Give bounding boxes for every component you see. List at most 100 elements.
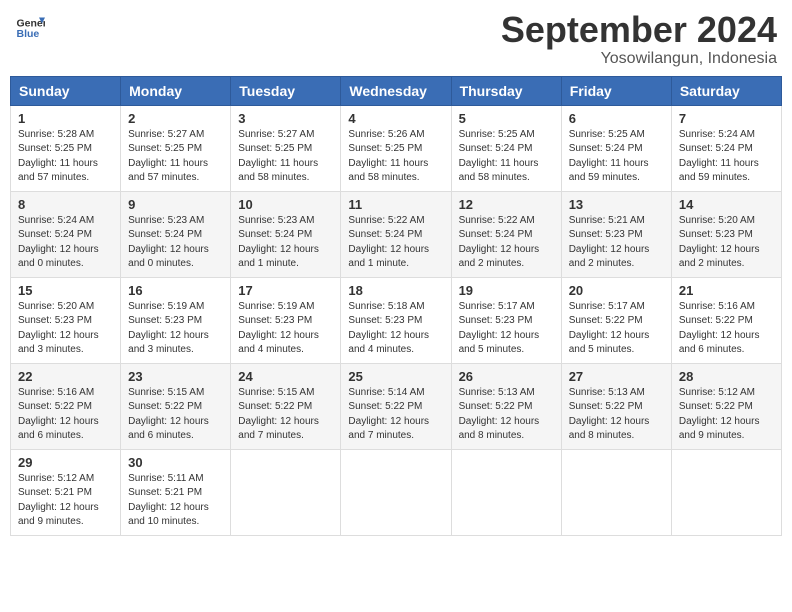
calendar-cell: 5 Sunrise: 5:25 AMSunset: 5:24 PMDaylight… <box>451 105 561 191</box>
day-info: Sunrise: 5:14 AMSunset: 5:22 PMDaylight:… <box>348 386 443 444</box>
day-number: 16 <box>128 283 223 298</box>
day-info: Sunrise: 5:23 AMSunset: 5:24 PMDaylight:… <box>238 214 333 272</box>
day-number: 1 <box>18 111 113 126</box>
day-number: 23 <box>128 369 223 384</box>
day-info: Sunrise: 5:21 AMSunset: 5:23 PMDaylight:… <box>569 214 664 272</box>
calendar-cell: 25 Sunrise: 5:14 AMSunset: 5:22 PMDayligh… <box>341 363 451 449</box>
day-info: Sunrise: 5:25 AMSunset: 5:24 PMDaylight:… <box>459 128 554 186</box>
calendar-cell <box>561 449 671 535</box>
svg-text:Blue: Blue <box>17 28 40 40</box>
day-info: Sunrise: 5:22 AMSunset: 5:24 PMDaylight:… <box>459 214 554 272</box>
weekday-thursday: Thursday <box>451 76 561 105</box>
calendar-cell: 30 Sunrise: 5:11 AMSunset: 5:21 PMDayligh… <box>121 449 231 535</box>
calendar-cell: 20Sunrise: 5:17 AMSunset: 5:22 PMDayligh… <box>561 277 671 363</box>
calendar-cell <box>451 449 561 535</box>
day-info: Sunrise: 5:25 AMSunset: 5:24 PMDaylight:… <box>569 128 664 186</box>
calendar-cell: 13 Sunrise: 5:21 AMSunset: 5:23 PMDayligh… <box>561 191 671 277</box>
weekday-sunday: Sunday <box>11 76 121 105</box>
day-number: 24 <box>238 369 333 384</box>
day-number: 13 <box>569 197 664 212</box>
day-number: 7 <box>679 111 774 126</box>
day-number: 25 <box>348 369 443 384</box>
calendar-cell: 12 Sunrise: 5:22 AMSunset: 5:24 PMDayligh… <box>451 191 561 277</box>
day-number: 10 <box>238 197 333 212</box>
day-info: Sunrise: 5:16 AMSunset: 5:22 PMDaylight:… <box>679 300 774 358</box>
day-info: Sunrise: 5:12 AMSunset: 5:21 PMDaylight:… <box>18 472 113 530</box>
calendar-cell: 8Sunrise: 5:24 AMSunset: 5:24 PMDaylight… <box>11 191 121 277</box>
day-number: 12 <box>459 197 554 212</box>
day-info: Sunrise: 5:16 AMSunset: 5:22 PMDaylight:… <box>18 386 113 444</box>
calendar-table: SundayMondayTuesdayWednesdayThursdayFrid… <box>10 76 782 536</box>
day-number: 6 <box>569 111 664 126</box>
calendar-cell: 9Sunrise: 5:23 AMSunset: 5:24 PMDaylight… <box>121 191 231 277</box>
day-number: 30 <box>128 455 223 470</box>
calendar-cell: 16 Sunrise: 5:19 AMSunset: 5:23 PMDayligh… <box>121 277 231 363</box>
calendar-cell: 7 Sunrise: 5:24 AMSunset: 5:24 PMDaylight… <box>671 105 781 191</box>
calendar-cell: 2 Sunrise: 5:27 AMSunset: 5:25 PMDaylight… <box>121 105 231 191</box>
calendar-cell: 21 Sunrise: 5:16 AMSunset: 5:22 PMDayligh… <box>671 277 781 363</box>
calendar-cell: 6 Sunrise: 5:25 AMSunset: 5:24 PMDaylight… <box>561 105 671 191</box>
week-row-2: 8Sunrise: 5:24 AMSunset: 5:24 PMDaylight… <box>11 191 782 277</box>
calendar-cell: 26Sunrise: 5:13 AMSunset: 5:22 PMDayligh… <box>451 363 561 449</box>
day-number: 20 <box>569 283 664 298</box>
day-number: 2 <box>128 111 223 126</box>
day-number: 29 <box>18 455 113 470</box>
weekday-saturday: Saturday <box>671 76 781 105</box>
day-info: Sunrise: 5:15 AMSunset: 5:22 PMDaylight:… <box>238 386 333 444</box>
day-number: 21 <box>679 283 774 298</box>
day-info: Sunrise: 5:27 AMSunset: 5:25 PMDaylight:… <box>238 128 333 186</box>
day-number: 15 <box>18 283 113 298</box>
day-number: 27 <box>569 369 664 384</box>
day-info: Sunrise: 5:17 AMSunset: 5:23 PMDaylight:… <box>459 300 554 358</box>
day-number: 19 <box>459 283 554 298</box>
week-row-3: 15 Sunrise: 5:20 AMSunset: 5:23 PMDayligh… <box>11 277 782 363</box>
logo: General Blue <box>15 10 45 40</box>
day-number: 5 <box>459 111 554 126</box>
day-number: 18 <box>348 283 443 298</box>
day-number: 17 <box>238 283 333 298</box>
calendar-cell <box>231 449 341 535</box>
logo-icon: General Blue <box>15 10 45 40</box>
weekday-monday: Monday <box>121 76 231 105</box>
day-info: Sunrise: 5:19 AMSunset: 5:23 PMDaylight:… <box>238 300 333 358</box>
calendar-cell: 15 Sunrise: 5:20 AMSunset: 5:23 PMDayligh… <box>11 277 121 363</box>
calendar-cell: 3 Sunrise: 5:27 AMSunset: 5:25 PMDaylight… <box>231 105 341 191</box>
day-info: Sunrise: 5:28 AMSunset: 5:25 PMDaylight:… <box>18 128 113 186</box>
page-header: General Blue September 2024 Yosowilangun… <box>10 10 782 68</box>
day-info: Sunrise: 5:23 AMSunset: 5:24 PMDaylight:… <box>128 214 223 272</box>
day-info: Sunrise: 5:13 AMSunset: 5:22 PMDaylight:… <box>459 386 554 444</box>
weekday-wednesday: Wednesday <box>341 76 451 105</box>
day-info: Sunrise: 5:18 AMSunset: 5:23 PMDaylight:… <box>348 300 443 358</box>
day-info: Sunrise: 5:13 AMSunset: 5:22 PMDaylight:… <box>569 386 664 444</box>
day-info: Sunrise: 5:15 AMSunset: 5:22 PMDaylight:… <box>128 386 223 444</box>
weekday-friday: Friday <box>561 76 671 105</box>
calendar-cell: 27 Sunrise: 5:13 AMSunset: 5:22 PMDayligh… <box>561 363 671 449</box>
day-info: Sunrise: 5:20 AMSunset: 5:23 PMDaylight:… <box>18 300 113 358</box>
calendar-cell: 24 Sunrise: 5:15 AMSunset: 5:22 PMDayligh… <box>231 363 341 449</box>
day-info: Sunrise: 5:12 AMSunset: 5:22 PMDaylight:… <box>679 386 774 444</box>
day-info: Sunrise: 5:19 AMSunset: 5:23 PMDaylight:… <box>128 300 223 358</box>
location-title: Yosowilangun, Indonesia <box>501 50 777 68</box>
week-row-1: 1 Sunrise: 5:28 AMSunset: 5:25 PMDaylight… <box>11 105 782 191</box>
day-info: Sunrise: 5:24 AMSunset: 5:24 PMDaylight:… <box>679 128 774 186</box>
day-info: Sunrise: 5:11 AMSunset: 5:21 PMDaylight:… <box>128 472 223 530</box>
day-info: Sunrise: 5:20 AMSunset: 5:23 PMDaylight:… <box>679 214 774 272</box>
day-number: 4 <box>348 111 443 126</box>
day-number: 11 <box>348 197 443 212</box>
weekday-tuesday: Tuesday <box>231 76 341 105</box>
calendar-cell: 28Sunrise: 5:12 AMSunset: 5:22 PMDayligh… <box>671 363 781 449</box>
month-title: September 2024 <box>501 10 777 50</box>
calendar-cell: 1 Sunrise: 5:28 AMSunset: 5:25 PMDaylight… <box>11 105 121 191</box>
day-info: Sunrise: 5:22 AMSunset: 5:24 PMDaylight:… <box>348 214 443 272</box>
title-block: September 2024 Yosowilangun, Indonesia <box>501 10 777 68</box>
calendar-cell: 14 Sunrise: 5:20 AMSunset: 5:23 PMDayligh… <box>671 191 781 277</box>
week-row-4: 22Sunrise: 5:16 AMSunset: 5:22 PMDayligh… <box>11 363 782 449</box>
day-number: 14 <box>679 197 774 212</box>
calendar-cell: 22Sunrise: 5:16 AMSunset: 5:22 PMDayligh… <box>11 363 121 449</box>
calendar-cell: 11 Sunrise: 5:22 AMSunset: 5:24 PMDayligh… <box>341 191 451 277</box>
weekday-header-row: SundayMondayTuesdayWednesdayThursdayFrid… <box>11 76 782 105</box>
calendar-cell: 10 Sunrise: 5:23 AMSunset: 5:24 PMDayligh… <box>231 191 341 277</box>
day-info: Sunrise: 5:27 AMSunset: 5:25 PMDaylight:… <box>128 128 223 186</box>
calendar-cell: 29 Sunrise: 5:12 AMSunset: 5:21 PMDayligh… <box>11 449 121 535</box>
day-number: 3 <box>238 111 333 126</box>
